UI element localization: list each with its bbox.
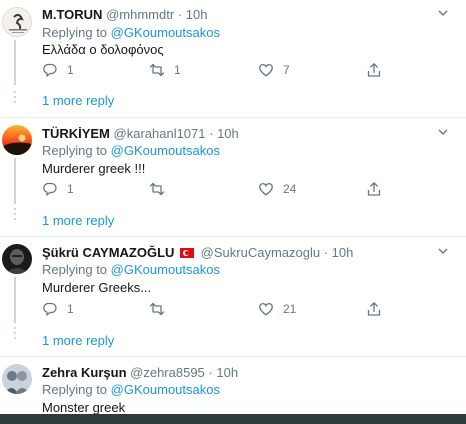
retweet-button[interactable]	[149, 301, 174, 317]
reply-count: 1	[67, 63, 74, 77]
share-button[interactable]	[366, 181, 382, 197]
replying-to: Replying to @GKoumoutsakos	[42, 25, 220, 40]
more-replies-link[interactable]: 1 more reply	[42, 213, 114, 228]
more-replies-link[interactable]: 1 more reply	[42, 93, 114, 108]
retweet-icon	[149, 63, 165, 77]
more-replies-link[interactable]: 1 more reply	[42, 333, 114, 348]
divider	[0, 236, 466, 237]
divider	[0, 117, 466, 118]
heart-icon	[259, 302, 273, 316]
like-button[interactable]: 21	[258, 301, 296, 317]
thread-dots	[14, 208, 16, 223]
timestamp[interactable]: 10h	[332, 245, 354, 260]
display-name[interactable]: M.TORUN	[42, 7, 102, 22]
share-icon	[367, 63, 381, 77]
reply-icon	[43, 182, 57, 196]
replying-to: Replying to @GKoumoutsakos	[42, 382, 220, 397]
like-button[interactable]: 24	[258, 181, 296, 197]
tweet-text: Monster greek	[42, 400, 126, 415]
reply-button[interactable]: 1	[42, 301, 74, 317]
replying-to: Replying to @GKoumoutsakos	[42, 143, 220, 158]
bottom-bar	[0, 414, 466, 424]
tweet-header: M.TORUN @mhmmdtr · 10h	[42, 7, 208, 22]
avatar[interactable]	[2, 7, 32, 37]
tweet-text: Murderer Greeks...	[42, 280, 152, 295]
like-count: 24	[283, 182, 297, 196]
turkey-flag-icon	[180, 248, 195, 258]
chevron-down-icon[interactable]	[437, 7, 449, 19]
display-name[interactable]: Zehra Kurşun	[42, 365, 127, 380]
reply-icon	[43, 63, 57, 77]
retweet-button[interactable]: 1	[149, 62, 181, 78]
thread-dots	[14, 327, 16, 342]
avatar[interactable]	[2, 364, 32, 394]
tweet-text: Ελλάδα ο δολοφόνος	[42, 42, 164, 57]
thread-line	[14, 40, 16, 85]
retweet-count: 1	[174, 63, 181, 77]
handle[interactable]: @zehra8595	[130, 365, 205, 380]
display-name[interactable]: TÜRKİYEM	[42, 126, 110, 141]
avatar[interactable]	[2, 244, 32, 274]
reply-icon	[43, 302, 57, 316]
timestamp[interactable]: 10h	[186, 7, 208, 22]
divider	[0, 356, 466, 357]
mention-link[interactable]: @GKoumoutsakos	[111, 262, 220, 277]
reply-button[interactable]: 1	[42, 62, 74, 78]
mention-link[interactable]: @GKoumoutsakos	[111, 143, 220, 158]
avatar[interactable]	[2, 125, 32, 155]
chevron-down-icon[interactable]	[437, 245, 449, 257]
heart-icon	[259, 63, 273, 77]
reply-count: 1	[67, 302, 74, 316]
timestamp[interactable]: 10h	[216, 365, 238, 380]
share-button[interactable]	[366, 301, 382, 317]
tweet-header: TÜRKİYEM @karahanl1071 · 10h	[42, 126, 239, 141]
display-name[interactable]: Şükrü CAYMAZOĞLU	[42, 245, 174, 260]
reply-count: 1	[67, 182, 74, 196]
mention-link[interactable]: @GKoumoutsakos	[111, 382, 220, 397]
timestamp[interactable]: 10h	[217, 126, 239, 141]
mention-link[interactable]: @GKoumoutsakos	[111, 25, 220, 40]
reply-button[interactable]: 1	[42, 181, 74, 197]
share-icon	[367, 302, 381, 316]
tweet-text: Murderer greek !!!	[42, 161, 146, 176]
retweet-icon	[149, 302, 165, 316]
heart-icon	[259, 182, 273, 196]
share-icon	[367, 182, 381, 196]
thread-dots	[14, 91, 16, 106]
like-count: 21	[283, 302, 297, 316]
retweet-button[interactable]	[149, 181, 174, 197]
handle[interactable]: @SukruCaymazoglu	[201, 245, 320, 260]
tweet-header: Zehra Kurşun @zehra8595 · 10h	[42, 365, 239, 380]
like-button[interactable]: 7	[258, 62, 290, 78]
thread-line	[14, 158, 16, 204]
like-count: 7	[283, 63, 290, 77]
tweet-header: Şükrü CAYMAZOĞLU @SukruCaymazoglu · 10h	[42, 245, 354, 260]
retweet-icon	[149, 182, 165, 196]
thread-line	[14, 277, 16, 323]
replying-to: Replying to @GKoumoutsakos	[42, 262, 220, 277]
chevron-down-icon[interactable]	[437, 126, 449, 138]
handle[interactable]: @karahanl1071	[114, 126, 206, 141]
share-button[interactable]	[366, 62, 382, 78]
handle[interactable]: @mhmmdtr	[106, 7, 174, 22]
